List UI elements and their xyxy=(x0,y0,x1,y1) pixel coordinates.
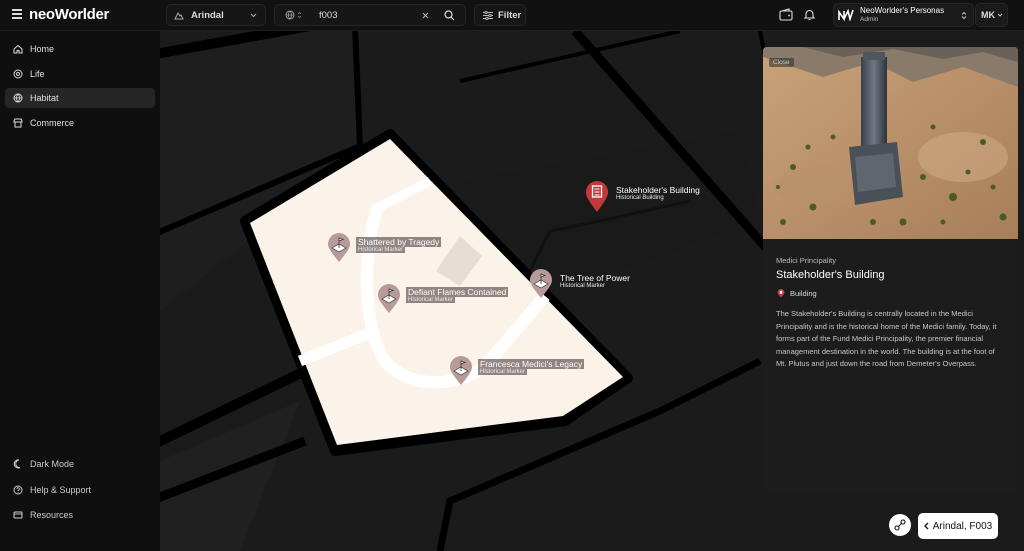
user-menu[interactable]: MK xyxy=(975,3,1008,27)
persona-name: NeoWorlder's Personas xyxy=(860,6,945,15)
chevron-updown-icon xyxy=(961,11,967,20)
moon-icon xyxy=(11,459,25,469)
sidebar-item-habitat[interactable]: Habitat xyxy=(5,88,155,108)
sidebar-item-label: Life xyxy=(30,69,45,79)
marker-label-group: The Tree of Power Historical Marker xyxy=(558,273,632,289)
neoworlder-logo-icon xyxy=(838,9,854,21)
location-detail-panel: Close Medici Principality Stakeholder's … xyxy=(763,47,1018,493)
sidebar-item-life[interactable]: Life xyxy=(5,64,155,84)
marker-label-group: Francesca Medici's Legacy Historical Mar… xyxy=(478,359,585,375)
sidebar-item-commerce[interactable]: Commerce xyxy=(5,113,155,133)
marker-label-group: Shattered by Tragedy Historical Marker xyxy=(356,237,442,253)
map-marker-defiant-flames[interactable] xyxy=(377,284,401,319)
sort-icon xyxy=(297,11,302,19)
wallet-icon[interactable] xyxy=(779,8,793,21)
sidebar-item-label: Home xyxy=(30,44,55,54)
persona-role: Admin xyxy=(860,16,879,23)
sidebar-footer-label: Dark Mode xyxy=(30,459,75,469)
panel-title: Stakeholder's Building xyxy=(776,269,885,281)
marker-subtitle: Historical Marker xyxy=(356,247,406,253)
filter-icon xyxy=(483,10,493,20)
marker-label-group: Defiant Flames Contained Historical Mark… xyxy=(406,287,509,303)
clear-icon[interactable] xyxy=(422,12,429,19)
user-initials: MK xyxy=(981,10,995,20)
globe-icon xyxy=(11,93,25,103)
persona-selector[interactable]: NeoWorlder's Personas Admin xyxy=(833,3,974,27)
top-bar: neoWorlder Arindal f003 Filter NeoWorlde… xyxy=(0,0,1024,31)
panel-region: Medici Principality xyxy=(776,256,837,265)
panel-type: Building xyxy=(790,289,817,298)
chevron-down-icon xyxy=(997,13,1003,17)
home-icon xyxy=(11,44,25,54)
marker-title: Francesca Medici's Legacy xyxy=(478,359,585,369)
sidebar-item-home[interactable]: Home xyxy=(5,39,155,59)
life-icon xyxy=(11,69,25,79)
resources-icon xyxy=(11,510,25,520)
marker-title: The Tree of Power xyxy=(560,273,630,283)
location-label: Arindal xyxy=(191,9,224,21)
chevron-left-icon xyxy=(923,522,929,530)
flag-icon xyxy=(530,269,552,298)
search-input[interactable]: f003 xyxy=(319,10,338,21)
marker-subtitle: Historical Marker xyxy=(560,283,606,289)
marker-title: Defiant Flames Contained xyxy=(406,287,509,297)
sidebar-footer-label: Resources xyxy=(30,510,74,520)
marker-subtitle: Historical Building xyxy=(616,195,664,201)
help-icon xyxy=(11,485,25,495)
close-button[interactable]: Close xyxy=(769,58,794,67)
chevron-down-icon xyxy=(250,13,257,18)
panel-type-badge: Building xyxy=(777,289,817,298)
marker-subtitle: Historical Marker xyxy=(406,297,456,303)
menu-icon[interactable] xyxy=(12,9,22,19)
sidebar-footer-label: Help & Support xyxy=(30,485,92,495)
filter-button[interactable]: Filter xyxy=(474,4,526,26)
bell-icon[interactable] xyxy=(803,8,816,21)
marker-subtitle: Historical Marker xyxy=(478,369,528,375)
app-logo[interactable]: neoWorlder xyxy=(29,6,109,23)
sidebar: Home Life Habitat Commerce Dark Mode Hel… xyxy=(0,31,160,551)
map-marker-francesca-medici-legacy[interactable] xyxy=(449,356,473,391)
flag-icon xyxy=(378,284,400,313)
search-icon[interactable] xyxy=(444,9,455,21)
marker-title: Shattered by Tragedy xyxy=(356,237,442,247)
location-selector[interactable]: Arindal xyxy=(166,4,266,26)
building-type-icon xyxy=(777,289,785,298)
help-support-link[interactable]: Help & Support xyxy=(5,480,155,500)
location-breadcrumb-button[interactable]: Arindal, F003 xyxy=(918,513,998,539)
location-breadcrumb-label: Arindal, F003 xyxy=(932,520,993,532)
filter-label: Filter xyxy=(498,9,522,21)
resources-link[interactable]: Resources xyxy=(5,505,155,525)
panel-description: The Stakeholder's Building is centrally … xyxy=(776,309,997,369)
map-marker-tree-of-power[interactable] xyxy=(529,269,553,304)
dark-mode-toggle[interactable]: Dark Mode xyxy=(5,454,155,474)
route-icon xyxy=(894,519,906,531)
map-marker-stakeholders-building[interactable] xyxy=(585,181,609,218)
marker-title: Stakeholder's Building xyxy=(616,185,700,195)
mountain-icon xyxy=(174,11,184,20)
map-marker-shattered-by-tragedy[interactable] xyxy=(327,233,351,268)
sidebar-item-label: Habitat xyxy=(30,93,59,103)
flag-icon xyxy=(450,356,472,385)
marker-label-group: Stakeholder's Building Historical Buildi… xyxy=(614,185,702,201)
sidebar-item-label: Commerce xyxy=(30,118,75,128)
building-icon xyxy=(586,181,608,212)
building-photo xyxy=(763,47,1018,239)
map-tools-button[interactable] xyxy=(889,514,911,536)
store-icon xyxy=(11,118,25,128)
globe-filter-icon[interactable] xyxy=(285,10,295,20)
flag-icon xyxy=(328,233,350,262)
search-bar[interactable]: f003 xyxy=(274,4,466,26)
